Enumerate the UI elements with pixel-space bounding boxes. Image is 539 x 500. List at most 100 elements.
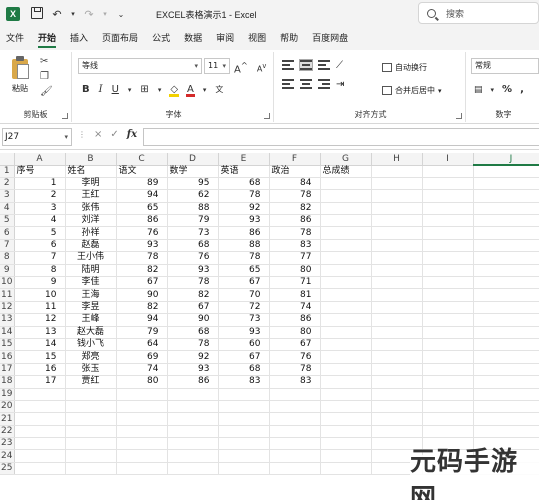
grid-cell[interactable]: 赵磊	[65, 239, 117, 253]
grid-cell[interactable]	[116, 462, 168, 476]
grid-cell[interactable]: 83	[269, 375, 321, 389]
column-header-e[interactable]: E	[218, 153, 270, 166]
grid-cell[interactable]	[473, 400, 539, 414]
tab-data[interactable]: 数据	[184, 28, 202, 50]
grid-cell[interactable]	[473, 264, 539, 278]
grid-cell[interactable]: 95	[167, 177, 219, 191]
grid-cell[interactable]	[473, 326, 539, 339]
row-header[interactable]: 7	[0, 239, 15, 253]
grid-cell[interactable]	[65, 412, 117, 426]
undo-button[interactable]: ↶	[50, 8, 64, 21]
grid-cell[interactable]: 序号	[14, 165, 66, 178]
grid-cell[interactable]: 78	[218, 189, 270, 203]
grid-cell[interactable]: 王海	[65, 288, 117, 302]
grid-cell[interactable]: 刘洋	[65, 214, 117, 228]
grid-cell[interactable]	[371, 326, 423, 339]
grid-cell[interactable]: 64	[116, 338, 168, 352]
grid-cell[interactable]: 10	[14, 288, 66, 302]
underline-dropdown-icon[interactable]: ▾	[128, 86, 132, 94]
grid-cell[interactable]	[371, 400, 423, 414]
row-header[interactable]: 13	[0, 313, 15, 327]
grid-cell[interactable]: 79	[167, 214, 219, 228]
font-name-select[interactable]: 等线 ▾	[78, 58, 202, 74]
grid-cell[interactable]: 68	[218, 177, 270, 191]
grid-cell[interactable]: 张玉	[65, 363, 117, 377]
grid-cell[interactable]	[422, 264, 474, 278]
grid-cell[interactable]	[422, 425, 474, 439]
grid-cell[interactable]: 86	[269, 214, 321, 228]
tab-help[interactable]: 帮助	[280, 28, 298, 50]
grid-cell[interactable]	[473, 214, 539, 228]
insert-function-button[interactable]: fx	[127, 129, 137, 140]
grid-cell[interactable]: 13	[14, 326, 66, 339]
grid-cell[interactable]	[473, 202, 539, 216]
grid-cell[interactable]	[371, 288, 423, 302]
grid-cell[interactable]: 数学	[167, 165, 219, 178]
grid-cell[interactable]: 语文	[116, 165, 168, 178]
grid-cell[interactable]	[320, 350, 372, 364]
grid-cell[interactable]	[269, 388, 321, 401]
grid-cell[interactable]	[371, 313, 423, 327]
align-bottom-icon[interactable]	[318, 60, 330, 70]
grid-cell[interactable]: 76	[269, 350, 321, 364]
grid-cell[interactable]	[269, 462, 321, 476]
grid-cell[interactable]	[320, 412, 372, 426]
align-center-icon[interactable]	[300, 79, 312, 89]
tab-insert[interactable]: 插入	[70, 28, 88, 50]
align-middle-icon[interactable]	[299, 59, 313, 71]
grid-cell[interactable]	[422, 288, 474, 302]
row-header[interactable]: 20	[0, 400, 15, 414]
grid-cell[interactable]	[116, 412, 168, 426]
grid-cell[interactable]: 80	[116, 375, 168, 389]
grid-cell[interactable]: 93	[116, 239, 168, 253]
grid-cell[interactable]: 67	[167, 301, 219, 315]
grid-cell[interactable]: 王小伟	[65, 251, 117, 265]
font-launcher-icon[interactable]	[264, 113, 270, 119]
grid-cell[interactable]: 86	[116, 214, 168, 228]
column-header-j[interactable]: J	[473, 153, 539, 166]
grid-cell[interactable]: 5	[14, 226, 66, 240]
column-header-c[interactable]: C	[116, 153, 168, 166]
redo-button[interactable]: ↷	[82, 8, 96, 21]
grid-cell[interactable]: 60	[218, 338, 270, 352]
grid-cell[interactable]	[14, 425, 66, 439]
wrap-text-button[interactable]: 自动换行	[382, 62, 427, 73]
grid-cell[interactable]	[320, 400, 372, 414]
grid-cell[interactable]	[320, 462, 372, 476]
grid-cell[interactable]	[422, 276, 474, 290]
grid-cell[interactable]	[422, 226, 474, 240]
grid-cell[interactable]: 80	[269, 264, 321, 278]
grid-cell[interactable]: 赵大磊	[65, 326, 117, 339]
grid-cell[interactable]: 82	[167, 288, 219, 302]
italic-button[interactable]: I	[99, 84, 103, 95]
grid-cell[interactable]	[65, 400, 117, 414]
grid-cell[interactable]	[320, 177, 372, 191]
align-top-icon[interactable]	[282, 60, 294, 70]
grid-cell[interactable]: 78	[269, 189, 321, 203]
grid-cell[interactable]: 74	[116, 363, 168, 377]
column-header-f[interactable]: F	[269, 153, 321, 166]
paste-button-label[interactable]: 粘贴	[12, 83, 28, 94]
row-header[interactable]: 10	[0, 276, 15, 290]
grid-cell[interactable]	[473, 301, 539, 315]
grid-cell[interactable]	[422, 412, 474, 426]
grid-cell[interactable]: 86	[269, 313, 321, 327]
grid-cell[interactable]	[269, 412, 321, 426]
grid-cell[interactable]	[320, 375, 372, 389]
grid-cell[interactable]	[371, 338, 423, 352]
grid-cell[interactable]: 65	[218, 264, 270, 278]
grid-cell[interactable]: 82	[116, 264, 168, 278]
grid-cell[interactable]	[116, 449, 168, 463]
grid-cell[interactable]	[320, 276, 372, 290]
borders-dropdown-icon[interactable]: ▾	[158, 86, 162, 94]
grid-cell[interactable]	[422, 338, 474, 352]
row-header[interactable]: 6	[0, 226, 15, 240]
grid-cell[interactable]: 张伟	[65, 202, 117, 216]
grid-cell[interactable]: 李佳	[65, 276, 117, 290]
grid-cell[interactable]	[167, 449, 219, 463]
grid-cell[interactable]	[320, 326, 372, 339]
grid-cell[interactable]	[320, 301, 372, 315]
grid-cell[interactable]	[371, 239, 423, 253]
grid-cell[interactable]	[473, 276, 539, 290]
row-header[interactable]: 22	[0, 425, 15, 439]
